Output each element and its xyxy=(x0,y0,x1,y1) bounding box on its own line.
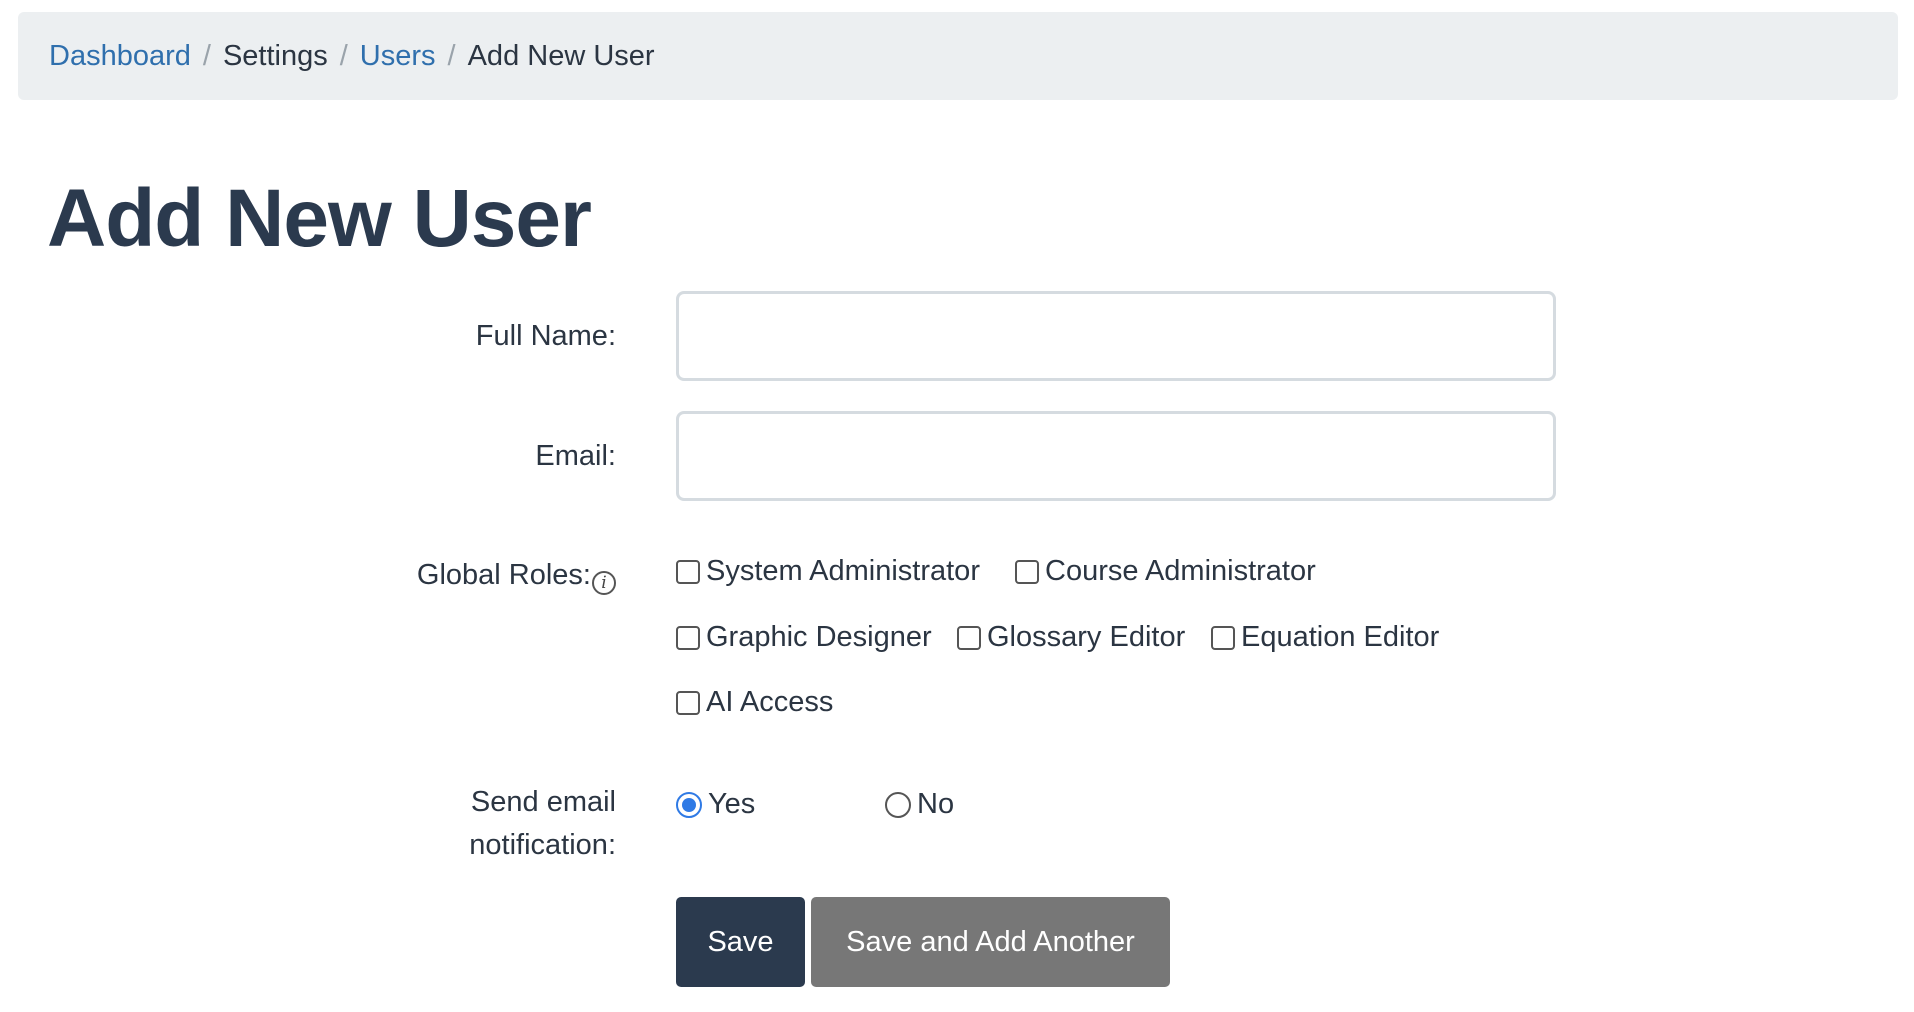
checkbox-icon[interactable] xyxy=(676,690,700,715)
breadcrumb: Dashboard / Settings / Users / Add New U… xyxy=(18,12,1898,100)
radio-checked-icon[interactable] xyxy=(676,791,702,818)
role-label: Glossary Editor xyxy=(987,621,1186,653)
breadcrumb-separator: / xyxy=(339,39,348,72)
email-label: Email: xyxy=(535,440,616,472)
checkbox-icon[interactable] xyxy=(676,625,700,650)
role-label: System Administrator xyxy=(706,555,980,587)
send-email-label: Send email notification: xyxy=(469,781,616,867)
role-ai-access[interactable]: AI Access xyxy=(676,686,833,719)
email-input[interactable] xyxy=(676,411,1556,501)
checkbox-icon[interactable] xyxy=(676,559,700,584)
checkbox-icon[interactable] xyxy=(1015,559,1039,584)
role-glossary-editor[interactable]: Glossary Editor xyxy=(957,621,1185,654)
role-graphic-designer[interactable]: Graphic Designer xyxy=(676,621,932,654)
breadcrumb-current: Add New User xyxy=(467,39,655,72)
role-system-administrator[interactable]: System Administrator xyxy=(676,555,980,588)
role-label: Course Administrator xyxy=(1045,555,1316,587)
role-label: Equation Editor xyxy=(1241,621,1440,653)
send-email-no[interactable]: No xyxy=(885,788,954,821)
breadcrumb-users-link[interactable]: Users xyxy=(360,40,436,73)
global-roles-label-text: Global Roles: xyxy=(416,559,591,591)
breadcrumb-separator: / xyxy=(447,39,456,72)
full-name-input[interactable] xyxy=(676,291,1556,381)
full-name-label: Full Name: xyxy=(475,320,616,352)
send-email-label-line1: Send email xyxy=(470,786,616,818)
breadcrumb-settings: Settings xyxy=(222,39,328,72)
role-label: Graphic Designer xyxy=(706,621,932,653)
role-equation-editor[interactable]: Equation Editor xyxy=(1211,621,1439,654)
radio-label: Yes xyxy=(708,788,756,820)
radio-icon[interactable] xyxy=(885,791,911,818)
role-course-administrator[interactable]: Course Administrator xyxy=(1015,555,1316,588)
radio-label: No xyxy=(917,788,955,820)
save-and-add-another-button[interactable]: Save and Add Another xyxy=(811,897,1170,987)
send-email-yes[interactable]: Yes xyxy=(676,788,755,821)
save-button[interactable]: Save xyxy=(676,897,805,987)
page-title: Add New User xyxy=(47,173,592,264)
checkbox-icon[interactable] xyxy=(957,625,981,650)
send-email-label-line2: notification: xyxy=(469,829,616,861)
global-roles-label: Global Roles: i xyxy=(417,554,616,597)
role-label: AI Access xyxy=(706,686,834,718)
info-icon[interactable]: i xyxy=(592,571,616,595)
checkbox-icon[interactable] xyxy=(1211,625,1235,650)
breadcrumb-separator: / xyxy=(202,39,211,72)
breadcrumb-dashboard-link[interactable]: Dashboard xyxy=(49,40,191,73)
